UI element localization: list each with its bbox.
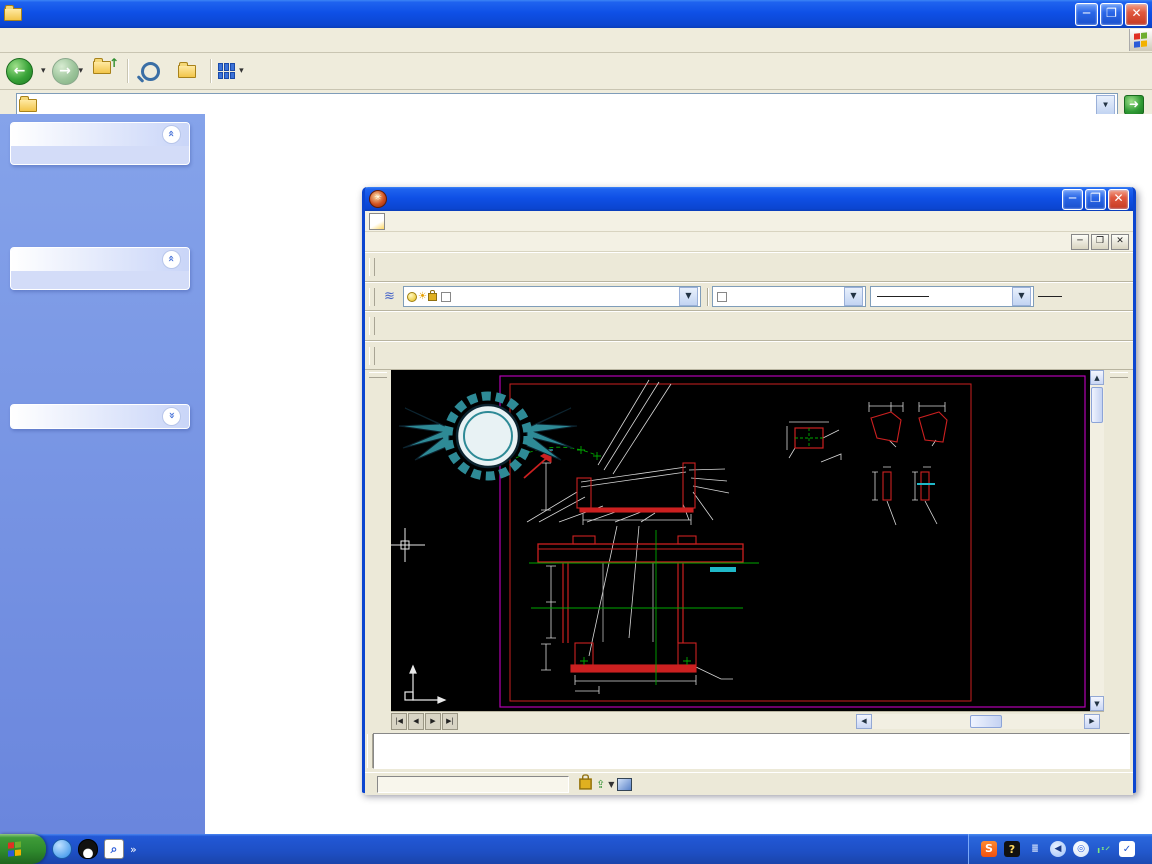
command-line-area (365, 730, 1133, 772)
windows-logo (1129, 29, 1152, 51)
tab-next-icon[interactable]: ▶ (425, 713, 441, 730)
back-dropdown-icon[interactable]: ▾ (41, 66, 46, 76)
views-dropdown-icon[interactable]: ▾ (239, 66, 244, 76)
panel-details-header[interactable]: « (11, 405, 189, 428)
panel-details: « (10, 404, 190, 429)
cad-menubar (365, 211, 1133, 232)
cad-window: ✳ ─ ❐ ✕ ─ ❐ ✕ ≋ ☀ ▼ (362, 187, 1136, 793)
layout-tab-bar: |◀ ◀ ▶ ▶| ◀ ▶ (391, 711, 1104, 730)
collapse-chevron-icon[interactable]: « (162, 250, 181, 269)
vertical-scrollbar[interactable]: ▲ ▼ (1090, 370, 1104, 711)
quicklaunch-overflow-icon[interactable]: » (130, 843, 137, 856)
explorer-close-button[interactable]: ✕ (1125, 3, 1148, 26)
clean-screen-icon[interactable] (617, 778, 632, 791)
color-select[interactable]: ▼ (712, 286, 866, 307)
cad-app-icon: ✳ (369, 190, 387, 208)
tray-sogou-icon[interactable]: S (981, 841, 997, 857)
modify-toolbar (1104, 370, 1133, 730)
up-folder-icon[interactable]: ↑ (93, 61, 117, 81)
tray-help-icon[interactable]: ? (1004, 841, 1020, 857)
panel-file-tasks: « (10, 122, 190, 165)
start-button[interactable] (0, 834, 46, 864)
quicklaunch-360-icon[interactable] (52, 839, 72, 859)
layer-lock-icon[interactable] (428, 293, 437, 301)
layer-freeze-icon[interactable]: ☀ (418, 291, 427, 302)
vscroll-thumb[interactable] (1091, 387, 1103, 423)
horizontal-scrollbar[interactable]: ◀ ▶ (856, 714, 1100, 729)
search-icon[interactable] (141, 62, 160, 81)
layers-toolbar: ≋ ☀ ▼ ▼ ▼ (365, 282, 1133, 311)
cad-maximize-button[interactable]: ❐ (1085, 189, 1106, 210)
start-flag-icon (8, 841, 23, 858)
quicklaunch-search-icon[interactable]: ⌕ (104, 839, 124, 859)
explorer-window-icon (4, 8, 22, 21)
hscroll-thumb[interactable] (970, 715, 1002, 728)
mdi-restore-button[interactable]: ❐ (1091, 234, 1109, 250)
mdi-close-button[interactable]: ✕ (1111, 234, 1129, 250)
custom-toolbar-2 (365, 341, 1133, 370)
system-tray: S ? ≣ ◀ ◎ ıᶦ⸍ ✓ (968, 834, 1152, 864)
tray-collapse-icon[interactable]: ◀ (1050, 841, 1066, 857)
collapse-chevron-icon[interactable]: « (162, 125, 181, 144)
tray-thunder-icon[interactable]: ✓ (1119, 841, 1135, 857)
explorer-restore-button[interactable]: ❐ (1100, 3, 1123, 26)
explorer-menubar (0, 28, 1152, 53)
explorer-minimize-button[interactable]: ─ (1075, 3, 1098, 26)
command-input[interactable] (373, 733, 1130, 769)
panel-other-places-header[interactable]: « (11, 248, 189, 271)
layer-on-icon[interactable] (407, 292, 417, 302)
layer-dropdown-icon[interactable]: ▼ (679, 287, 698, 306)
cad-titlebar: ✳ ─ ❐ ✕ (365, 187, 1133, 211)
tray-360-icon[interactable]: ◎ (1073, 841, 1089, 857)
draw-toolbar (365, 370, 391, 730)
go-icon: ➜ (1124, 95, 1144, 115)
status-dropdown-icon[interactable]: ▼ (608, 780, 614, 789)
custom-toolbar-1 (365, 311, 1133, 341)
panel-other-places: « (10, 247, 190, 290)
linetype-select[interactable]: ▼ (870, 286, 1034, 307)
cad-statusbar: ⇪ ▼ (365, 772, 1133, 795)
cad-minimize-button[interactable]: ─ (1062, 189, 1083, 210)
lock-icon[interactable] (579, 778, 592, 789)
taskbar: ⌕ » S ? ≣ ◀ ◎ ıᶦ⸍ ✓ (0, 834, 1152, 864)
drawing-canvas[interactable] (391, 370, 1090, 711)
color-dropdown-icon[interactable]: ▼ (844, 287, 863, 306)
panel-file-tasks-header[interactable]: « (11, 123, 189, 146)
quicklaunch-qq-icon[interactable] (78, 839, 98, 859)
linetype-dropdown-icon[interactable]: ▼ (1012, 287, 1031, 306)
coordinates-display (377, 776, 569, 793)
mdi-minimize-button[interactable]: ─ (1071, 234, 1089, 250)
scroll-up-icon[interactable]: ▲ (1090, 370, 1104, 385)
tray-network-icon[interactable]: ıᶦ⸍ (1096, 841, 1112, 857)
tab-first-icon[interactable]: |◀ (391, 713, 407, 730)
views-icon[interactable] (218, 63, 236, 79)
scroll-right-icon[interactable]: ▶ (1084, 714, 1100, 729)
scroll-left-icon[interactable]: ◀ (856, 714, 872, 729)
back-icon[interactable]: ← (6, 58, 33, 85)
tray-stack-icon[interactable]: ≣ (1027, 841, 1043, 857)
layer-select[interactable]: ☀ ▼ (403, 286, 701, 307)
forward-dropdown-icon[interactable]: ▾ (79, 66, 84, 76)
address-dropdown-icon[interactable]: ▼ (1096, 95, 1115, 115)
folders-icon[interactable] (178, 65, 196, 78)
cad-close-button[interactable]: ✕ (1108, 189, 1129, 210)
layer-color-swatch (441, 292, 451, 302)
tab-prev-icon[interactable]: ◀ (408, 713, 424, 730)
tab-last-icon[interactable]: ▶| (442, 713, 458, 730)
standard-toolbar (365, 252, 1133, 282)
expand-chevron-icon[interactable]: « (162, 407, 181, 426)
go-button[interactable]: ➜ (1124, 95, 1148, 115)
explorer-titlebar: ─ ❐ ✕ (0, 0, 1152, 28)
toolbar-unlock-icon[interactable]: ⇪ (596, 778, 605, 791)
explorer-toolbar: ← ▾ → ▾ ↑ ▾ (0, 53, 1152, 90)
scroll-down-icon[interactable]: ▼ (1090, 696, 1104, 711)
explorer-sidebar: « « « (0, 114, 205, 834)
cad-menubar-2: ─ ❐ ✕ (365, 232, 1133, 252)
document-icon (369, 213, 385, 230)
forward-icon[interactable]: → (52, 58, 79, 85)
layer-properties-icon[interactable]: ≋ (379, 287, 400, 307)
